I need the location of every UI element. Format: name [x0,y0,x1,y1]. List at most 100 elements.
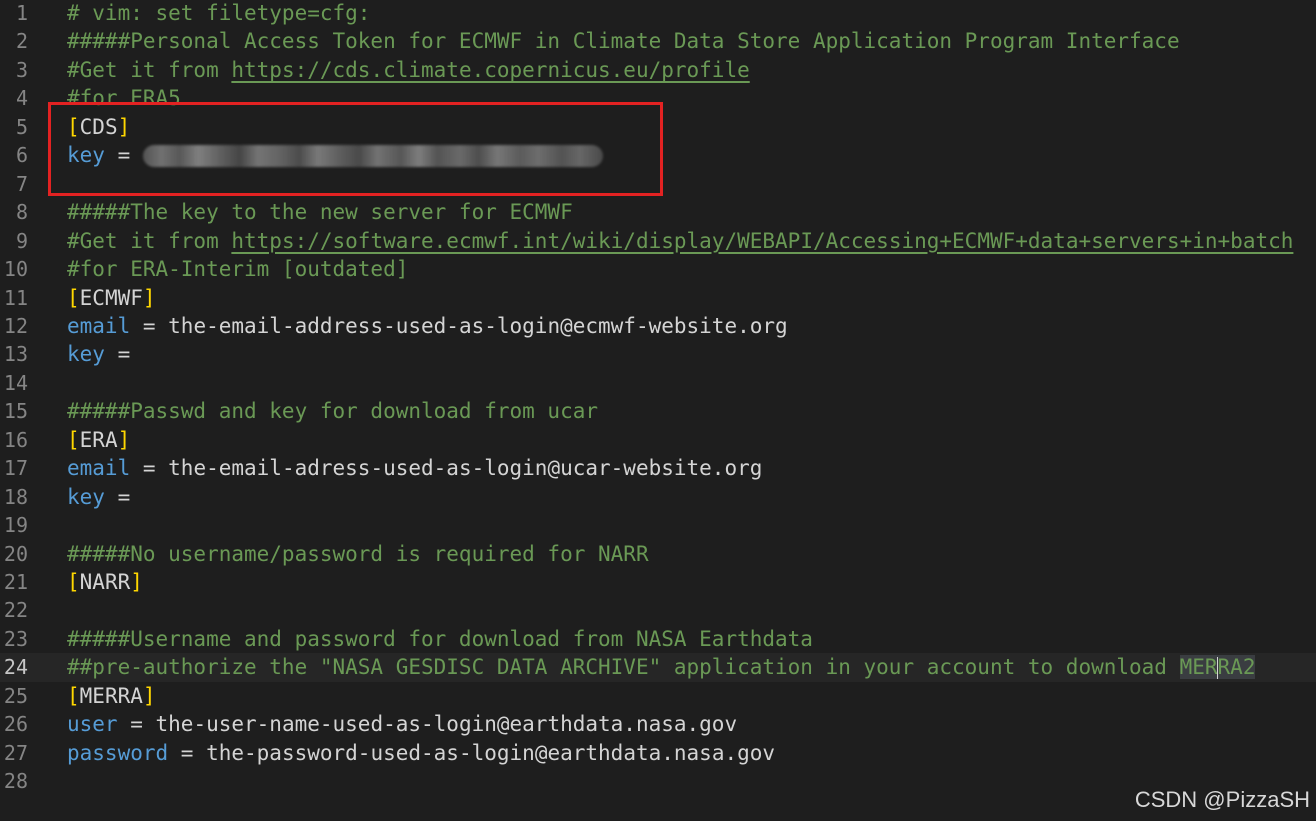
line-number: 17 [3,456,28,481]
line-number: 21 [3,570,28,594]
highlighted-word: MER [1179,655,1218,680]
code-line[interactable]: 8 #####The key to the new server for ECMW… [0,198,1316,226]
comment-text: #Get it from [67,228,232,253]
code-line[interactable]: 18 key = [0,483,1316,511]
redacted-value [142,145,603,168]
line-number: 2 [15,29,28,54]
line-content: [ECMWF] [67,284,156,312]
section-bracket-open: [ [67,427,80,452]
section-bracket-open: [ [67,285,80,310]
line-number: 4 [15,86,28,111]
code-editor[interactable]: 1 # vim: set filetype=cfg: 2 #####Personal … [0,0,1316,821]
line-content: email = the-email-address-used-as-login@… [67,312,788,340]
line-number: 1 [15,1,28,25]
assign-operator: = [168,740,207,765]
line-number: 19 [3,513,28,538]
line-content: [MERRA] [67,682,156,710]
line-number: 25 [3,683,28,708]
code-line[interactable]: 5 [CDS] [0,113,1316,141]
code-line[interactable]: 10 #for ERA-Interim [outdated] [0,255,1316,283]
line-content: ##pre-authorize the "NASA GESDISC DATA A… [67,653,1256,681]
code-line[interactable]: 24 ##pre-authorize the "NASA GESDISC DATA… [0,653,1316,682]
code-line[interactable]: 4 #for ERA5 [0,84,1316,112]
line-number: 22 [3,598,28,623]
line-number: 28 [3,769,28,794]
comment-text: #####Passwd and key for download from uc… [67,399,599,424]
code-line[interactable]: 21 [NARR] [0,568,1316,596]
line-content: [NARR] [67,568,143,596]
code-line[interactable]: 14 [0,369,1316,397]
code-line[interactable]: 20 #####No username/password is required … [0,540,1316,568]
code-line[interactable]: 2 #####Personal Access Token for ECMWF in… [0,27,1316,55]
line-number: 27 [3,740,28,765]
line-number: 14 [3,370,28,395]
code-line[interactable]: 17 email = the-email-adress-used-as-login… [0,454,1316,482]
comment-text: #for ERA-Interim [outdated] [67,257,409,282]
code-line[interactable]: 13 key = [0,340,1316,368]
line-number: 11 [3,285,28,310]
line-number: 12 [3,313,28,338]
line-number: 6 [15,143,28,168]
config-value: the-email-adress-used-as-login@ucar-webs… [168,456,763,481]
line-number: 10 [3,257,28,282]
config-key: user [67,712,118,737]
line-number: 23 [3,626,28,651]
config-key: password [67,740,169,765]
config-key: key [67,484,105,509]
comment-text: ##pre-authorize the "NASA GESDISC DATA A… [67,655,1180,680]
config-value: the-password-used-as-login@earthdata.nas… [206,740,776,765]
line-number: 18 [3,484,28,509]
line-content: key = [67,483,130,511]
line-number: 26 [3,712,28,737]
line-content: #Get it from https://cds.climate.coperni… [67,56,750,84]
line-content: password = the-password-used-as-login@ea… [67,739,775,767]
line-number: 13 [3,342,28,367]
section-bracket-close: ] [142,285,156,310]
code-line[interactable]: 26 user = the-user-name-used-as-login@ear… [0,710,1316,738]
comment-text: #####No username/password is required fo… [67,541,649,566]
watermark: CSDN @PizzaSH [1134,787,1310,812]
line-number: 16 [3,427,28,452]
code-line[interactable]: 9 #Get it from https://software.ecmwf.int… [0,227,1316,255]
code-line[interactable]: 11 [ECMWF] [0,284,1316,312]
code-line[interactable]: 16 [ERA] [0,426,1316,454]
config-key: key [67,342,105,367]
code-line[interactable]: 7 [0,170,1316,198]
code-line[interactable]: 6 key = [0,141,1316,169]
line-number: 7 [15,171,28,196]
line-number: 15 [3,399,28,424]
code-line[interactable]: 28 [0,767,1316,795]
code-line[interactable]: 19 [0,511,1316,539]
line-content: #####The key to the new server for ECMWF [67,198,573,226]
code-line[interactable]: 25 [MERRA] [0,682,1316,710]
line-number: 5 [15,114,28,139]
section-bracket-close: ] [117,114,131,139]
code-line[interactable]: 23 #####Username and password for downloa… [0,625,1316,653]
line-content: user = the-user-name-used-as-login@earth… [67,710,737,738]
code-line[interactable]: 3 #Get it from https://cds.climate.copern… [0,56,1316,84]
section-bracket-open: [ [67,683,80,708]
config-key: email [67,456,131,481]
url-link[interactable]: https://cds.climate.copernicus.eu/profil… [231,58,749,82]
section-name: ERA [79,427,118,452]
code-line[interactable]: 22 [0,596,1316,624]
code-line[interactable]: 1 # vim: set filetype=cfg: [0,0,1316,27]
line-number: 24 [3,655,28,680]
section-name: NARR [79,570,131,594]
code-line[interactable]: 12 email = the-email-address-used-as-logi… [0,312,1316,340]
code-line[interactable]: 27 password = the-password-used-as-login@… [0,739,1316,767]
assign-operator: = [117,712,156,737]
code-line[interactable]: 15 #####Passwd and key for download from … [0,397,1316,425]
url-link[interactable]: https://software.ecmwf.int/wiki/display/… [231,229,1293,253]
line-content: #####Passwd and key for download from uc… [67,397,598,425]
line-number: 3 [15,57,28,82]
line-content: [CDS] [67,113,130,141]
line-content: #####Personal Access Token for ECMWF in … [67,27,1180,55]
config-value: the-user-name-used-as-login@earthdata.na… [155,712,738,737]
line-number: 20 [3,541,28,566]
highlighted-word: RA2 [1217,655,1256,680]
comment-text: #####Username and password for download … [67,626,813,651]
line-content: #####Username and password for download … [67,625,813,653]
section-bracket-open: [ [67,570,80,594]
comment-text: #for ERA5 [67,86,181,111]
